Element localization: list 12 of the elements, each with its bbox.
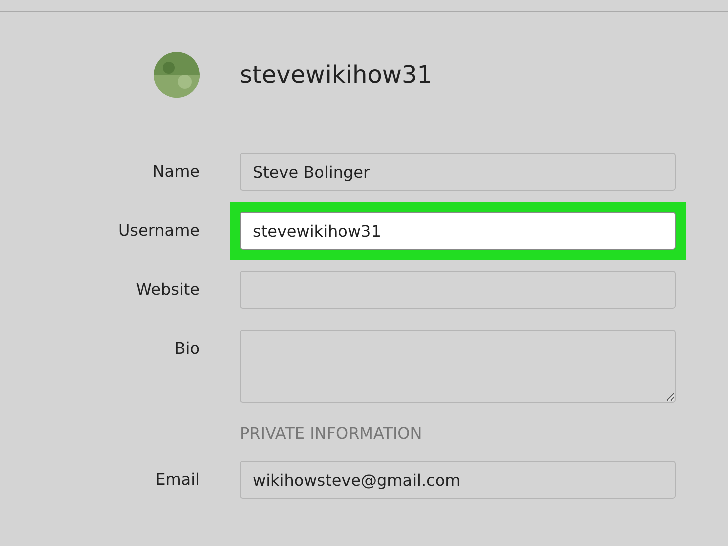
field-label: Email	[154, 469, 200, 489]
text-area[interactable]	[240, 330, 676, 403]
input-field[interactable]: wikihowsteve@gmail.com	[240, 461, 676, 499]
field-label: Bio	[174, 338, 200, 358]
section-heading: PRIVATE INFORMATION	[240, 424, 422, 443]
input-field[interactable]: Steve Bolinger	[240, 153, 676, 191]
field-label: Username	[117, 220, 200, 240]
input-field[interactable]	[240, 271, 676, 309]
profile-username: stevewikihow31	[240, 61, 433, 89]
field-label: Name	[152, 161, 200, 181]
input-field[interactable]: stevewikihow31	[240, 212, 676, 250]
field-label: Website	[135, 279, 200, 299]
